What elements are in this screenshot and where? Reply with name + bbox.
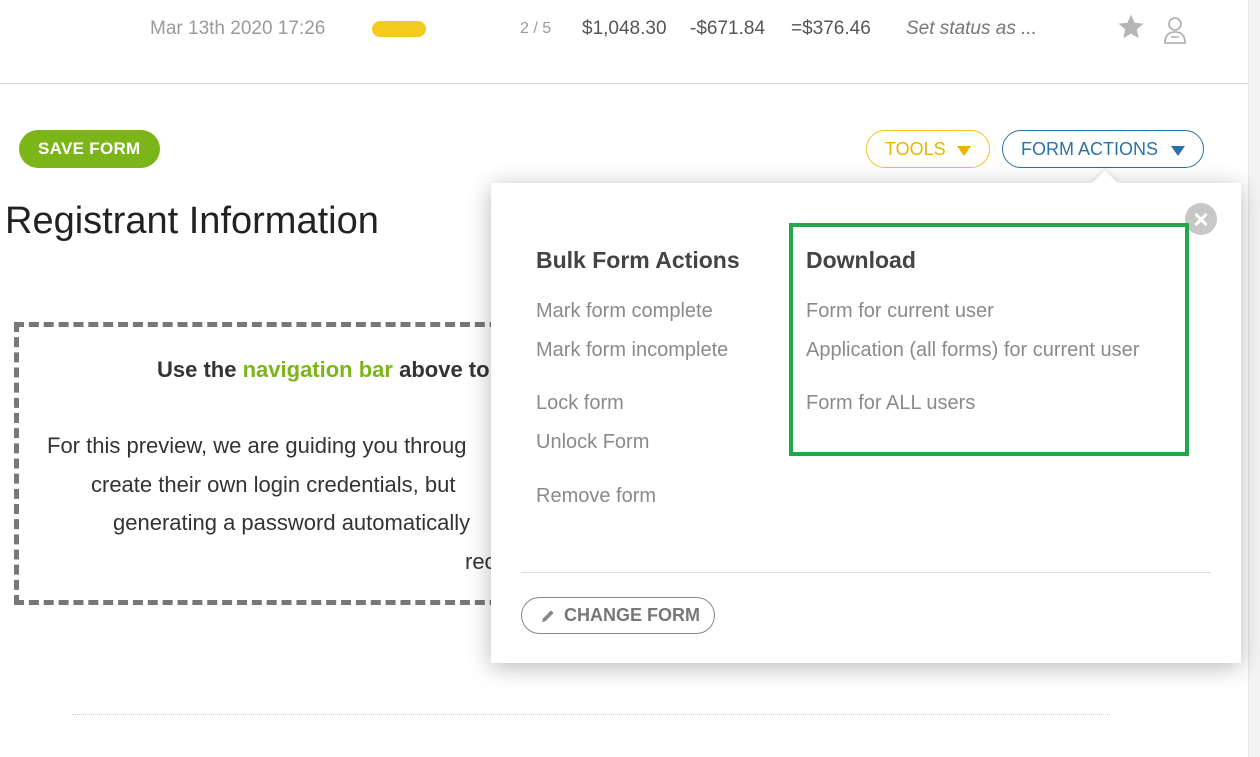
download-application-current-user-link[interactable]: Application (all forms) for current user	[806, 339, 1139, 362]
lock-form-link[interactable]: Lock form	[536, 392, 624, 415]
close-icon[interactable]	[1185, 203, 1217, 235]
save-form-button[interactable]: SAVE FORM	[19, 130, 160, 168]
status-indicator[interactable]	[372, 21, 426, 37]
mark-form-incomplete-link[interactable]: Mark form incomplete	[536, 339, 728, 362]
info-box: Use the navigation bar above to For this…	[14, 322, 574, 605]
change-form-button[interactable]: CHANGE FORM	[521, 597, 715, 634]
submission-summary-row: Mar 13th 2020 17:26 2 / 5 $1,048.30 -$67…	[0, 0, 1248, 84]
mark-form-complete-link[interactable]: Mark form complete	[536, 300, 713, 323]
navigation-bar-link[interactable]: navigation bar	[243, 357, 393, 382]
info-text-line: For this preview, we are guiding you thr…	[47, 433, 467, 458]
page-title: Registrant Information	[5, 200, 379, 242]
form-actions-panel: Bulk Form Actions Mark form complete Mar…	[491, 170, 1241, 663]
panel-divider	[521, 572, 1211, 573]
pencil-icon	[542, 610, 554, 622]
steps-progress: 2 / 5	[520, 20, 552, 37]
star-icon[interactable]	[1116, 12, 1146, 42]
divider	[72, 714, 1110, 715]
unlock-form-link[interactable]: Unlock Form	[536, 431, 649, 454]
amount-paid: -$671.84	[690, 18, 766, 39]
download-title: Download	[806, 247, 916, 273]
amount-balance: =$376.46	[791, 18, 871, 39]
caret-down-icon	[957, 146, 971, 156]
submission-date: Mar 13th 2020 17:26	[150, 18, 326, 39]
user-icon[interactable]	[1162, 15, 1188, 45]
bulk-actions-title: Bulk Form Actions	[536, 247, 740, 273]
download-form-current-user-link[interactable]: Form for current user	[806, 300, 994, 323]
form-actions-label: FORM ACTIONS	[1021, 139, 1159, 159]
info-text-line: create their own login credentials, but	[91, 472, 456, 497]
scrollbar[interactable]	[1248, 0, 1260, 757]
download-form-all-users-link[interactable]: Form for ALL users	[806, 392, 975, 415]
amount-total: $1,048.30	[582, 18, 667, 39]
caret-down-icon	[1171, 146, 1185, 156]
info-text-line: generating a password automatically	[113, 510, 471, 535]
info-heading: Use the navigation bar above to	[157, 357, 490, 382]
change-form-label: CHANGE FORM	[564, 605, 700, 625]
remove-form-link[interactable]: Remove form	[536, 485, 656, 508]
tools-label: TOOLS	[885, 139, 946, 159]
tools-dropdown-button[interactable]: TOOLS	[866, 130, 990, 168]
set-status-link[interactable]: Set status as ...	[906, 18, 1037, 40]
panel-pointer	[1092, 170, 1118, 196]
form-actions-dropdown-button[interactable]: FORM ACTIONS	[1002, 130, 1204, 168]
